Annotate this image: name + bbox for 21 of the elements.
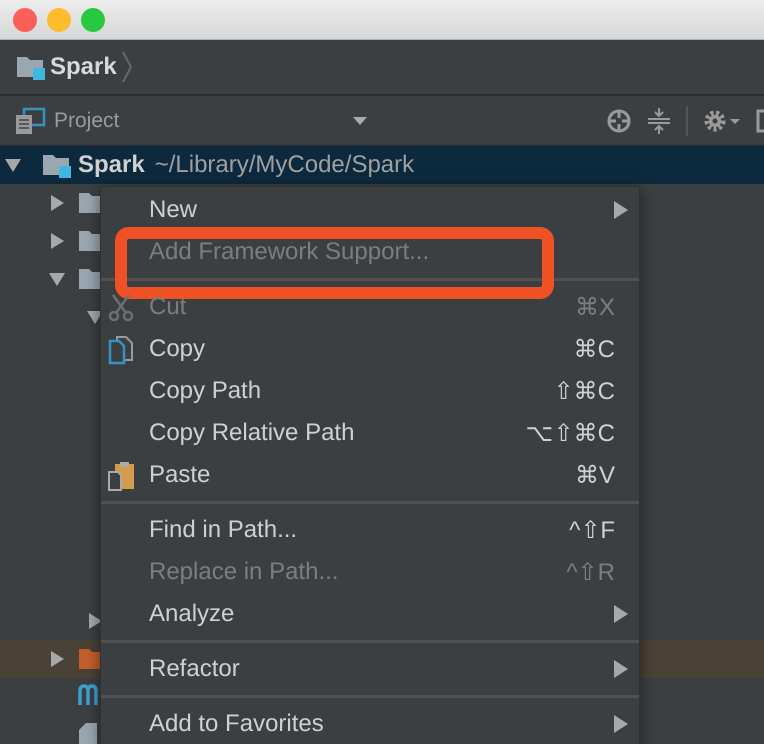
project-path: ~/Library/MyCode/Spark <box>154 151 414 179</box>
menu-item-label: Replace in Path... <box>149 558 340 586</box>
menu-item-label: Refactor <box>149 655 241 683</box>
shortcut-label: ^⇧R <box>566 558 615 586</box>
shortcut-label: ⌥⇧⌘C <box>526 418 615 448</box>
shortcut-label: ^⇧F <box>569 516 615 544</box>
menu-item-label: Copy <box>149 335 206 363</box>
project-name: Spark <box>78 151 145 179</box>
menu-item-label: Copy Relative Path <box>149 419 356 447</box>
menu-item-label: Analyze <box>149 600 236 628</box>
menu-item-label: Copy Path <box>149 377 262 405</box>
shortcut-label: ⌘C <box>574 334 615 364</box>
menu-item-label: Paste <box>149 461 212 489</box>
shortcut-label: ⌘V <box>574 460 615 490</box>
menu-item-label: Add to Favorites <box>149 710 325 738</box>
menu-item-label: New <box>149 196 198 224</box>
shortcut-label: ⌘X <box>574 292 615 322</box>
menu-item-label: Add Framework Support... <box>149 238 430 266</box>
menu-item-label: Find in Path... <box>149 516 298 544</box>
menu-item-label: Cut <box>149 293 188 321</box>
shortcut-label: ⇧⌘C <box>554 376 615 406</box>
